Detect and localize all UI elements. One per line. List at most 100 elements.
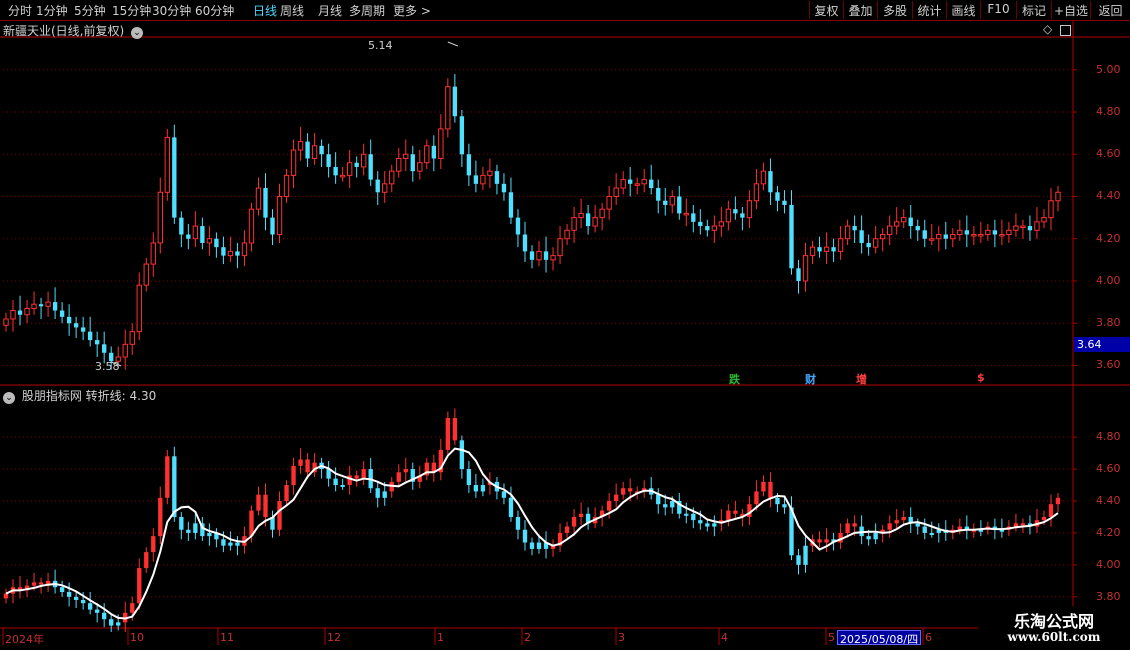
candle-body-down [431, 145, 436, 159]
stock-title[interactable]: 新疆天业(日线,前复权) ⌄ [3, 22, 144, 39]
candle-body-up [143, 263, 149, 286]
candle-body-down [677, 196, 682, 214]
indicator-bar [80, 600, 86, 604]
main-y-tick-label: 5.00 [1096, 62, 1121, 76]
indicator-bar [193, 523, 198, 533]
indicator-bar [179, 516, 184, 530]
candle-body-down [466, 154, 472, 176]
candle-body-down [473, 175, 479, 184]
candle-body-down [87, 331, 93, 341]
candle-body-up [809, 246, 816, 257]
indicator-bar [656, 494, 661, 505]
candle-body-up [403, 153, 409, 159]
candle-body-up [122, 343, 128, 358]
indicator-bar [305, 459, 310, 473]
candle-body-up [480, 174, 486, 185]
indicator-bar [824, 539, 829, 543]
indicator-bar [473, 485, 479, 492]
indicator-bar [375, 488, 380, 498]
candle-body-down [179, 217, 184, 235]
candle-body-up [844, 225, 851, 240]
indicator-bar [158, 497, 163, 537]
candle-body-up [718, 221, 725, 227]
chart-canvas[interactable] [0, 0, 1130, 650]
candle-body-down [515, 217, 521, 235]
candle-body-down [80, 327, 86, 332]
candle-body-up [297, 141, 304, 151]
candle-body-up [1020, 225, 1026, 229]
chevron-down-icon[interactable]: ⌄ [131, 27, 144, 39]
indicator-bar [102, 612, 107, 620]
event-marker-2[interactable]: 增 [856, 371, 867, 387]
candle-body-up [487, 170, 493, 176]
indicator-bar [298, 459, 303, 466]
candle-body-down [375, 179, 380, 193]
candle-body-down [768, 171, 773, 193]
indicator-bar [466, 469, 472, 486]
indicator-bar [284, 485, 289, 501]
panel-toggle-icon[interactable] [1060, 25, 1071, 36]
candle-body-up [339, 174, 346, 178]
indicator-bar [340, 485, 345, 488]
candle-body-up [361, 153, 367, 168]
indicator-bar [929, 532, 934, 535]
candle-body-up [571, 217, 577, 231]
indicator-bar [445, 417, 451, 450]
indicator-bar [796, 555, 801, 565]
chevron-down-icon[interactable]: ⌄ [3, 392, 15, 404]
indicator-bar [94, 609, 100, 613]
indicator-bar [754, 491, 759, 505]
candle-body-up [592, 217, 598, 227]
candle-body-down [782, 200, 787, 205]
candle-body-up [445, 86, 451, 130]
indicator-bar [515, 516, 521, 530]
indicator-bar [277, 501, 282, 530]
candle-body-down [102, 344, 107, 353]
indicator-bar [606, 501, 612, 511]
indicator-bar [256, 494, 261, 511]
date-label: 12 [327, 631, 341, 644]
indicator-bar [31, 582, 37, 586]
watermark-title: 乐淘公式网 [1013, 612, 1094, 631]
high-price-label: 5.14 [368, 39, 393, 52]
candle-body-down [698, 221, 703, 227]
diamond-icon[interactable]: ◇ [1043, 22, 1052, 36]
indicator-bar [691, 513, 696, 521]
indicator-bar [670, 501, 675, 508]
candle-body-up [10, 310, 16, 320]
date-label: 6 [925, 631, 932, 644]
indicator-bar [620, 488, 626, 495]
indicator-bar [221, 539, 226, 546]
candle-body-down [305, 141, 310, 159]
date-label: 2024年 [5, 633, 44, 646]
candle-body-up [901, 217, 907, 223]
candle-body-down [494, 171, 500, 184]
candle-body-down [649, 179, 654, 189]
indicator-bar [817, 539, 822, 543]
indicator-bar [775, 497, 780, 505]
candle-body-up [192, 225, 199, 240]
indicator-y-tick-label: 4.40 [1096, 494, 1121, 507]
event-marker-0[interactable]: 跌 [729, 371, 740, 387]
indicator-y-tick-label: 4.20 [1096, 525, 1121, 539]
event-marker-1[interactable]: 财 [805, 371, 816, 387]
event-marker-3[interactable]: $ [977, 371, 985, 384]
candle-body-up [382, 183, 388, 193]
candle-body-up [599, 208, 605, 219]
candle-body-up [550, 255, 556, 261]
indicator-bar [782, 504, 787, 508]
candle-body-down [740, 213, 745, 218]
indicator-bar [761, 481, 766, 492]
candle-body-down [775, 192, 780, 201]
candle-body-up [248, 208, 255, 244]
indicator-bar [151, 536, 156, 553]
indicator-bar [116, 622, 121, 626]
candle-body-down [831, 247, 836, 252]
candle-body-down [186, 234, 191, 239]
indicator-bar [452, 417, 458, 441]
date-label: 1 [437, 631, 444, 644]
candle-body-down [789, 204, 794, 269]
indicator-title[interactable]: ⌄ 股朋指标网 转折线: 4.30 [3, 387, 156, 404]
candle-body-up [283, 174, 290, 197]
candle-body-up [725, 208, 732, 223]
